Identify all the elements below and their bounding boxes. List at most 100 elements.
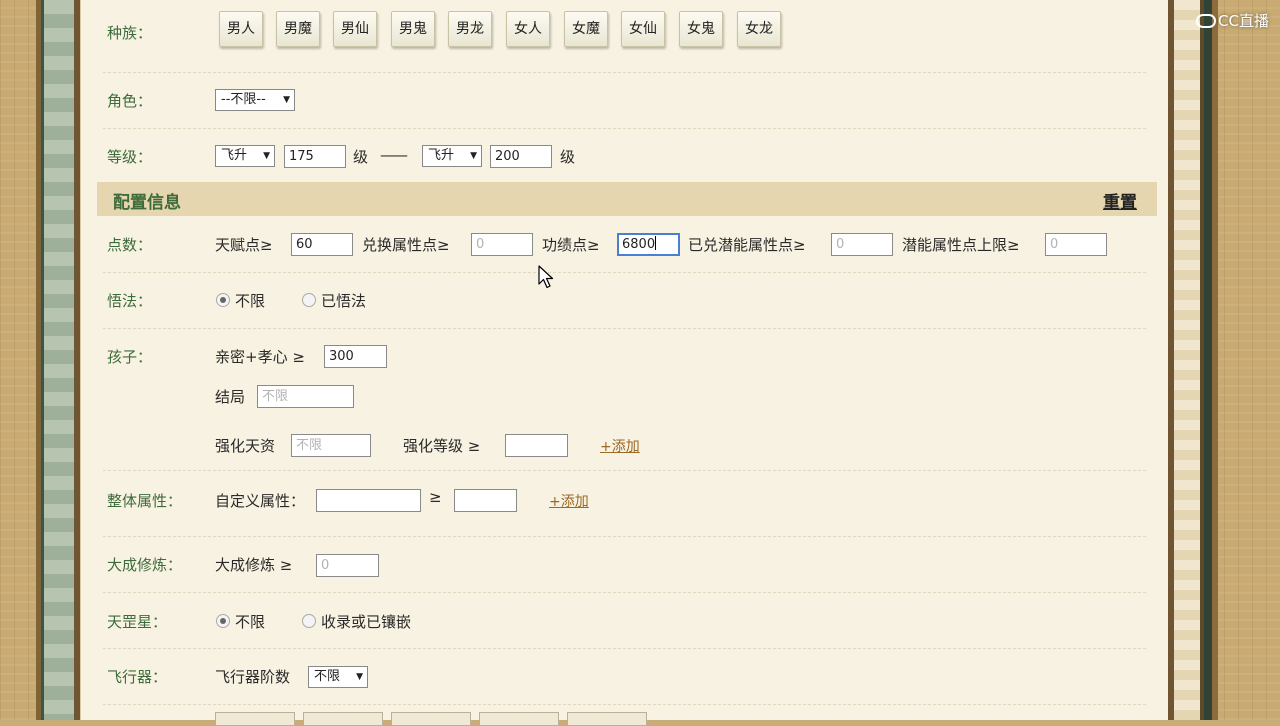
level-min-type-value: 飞升 [221,148,248,163]
child-label: 孩子： [107,348,153,366]
points-row: 点数： 天赋点≥ 60 兑换属性点≥ 0 功绩点≥ 6800 已兑潜能属性点≥ … [81,216,1169,272]
potential-cap-input[interactable]: 0 [1045,233,1107,256]
strengthen-talent-input[interactable]: 不限 [291,434,371,457]
mouse-pointer-icon [538,265,554,289]
role-row: 角色： --不限-- ▼ [81,72,1169,128]
cc-logo-icon [1196,14,1216,28]
divider [103,704,1146,705]
merit-points-input[interactable]: 6800 [617,233,680,256]
left-border-decoration [0,0,80,720]
level-max-type-select[interactable]: 飞升 ▼ [422,145,482,167]
custom-attr-label: 自定义属性： [215,492,306,510]
intimacy-input[interactable]: 300 [324,345,387,368]
level-label: 等级： [107,148,153,166]
level-min-type-select[interactable]: 飞升 ▼ [215,145,275,167]
enlighten-option-any: 不限 [235,292,266,310]
mastery-label: 大成修炼： [107,556,183,574]
chevron-down-icon: ▼ [470,151,477,161]
tiangang-option-any: 不限 [235,613,266,631]
role-select[interactable]: --不限-- ▼ [215,89,295,111]
race-button-female-immortal[interactable]: 女仙 [621,11,665,47]
tiangang-label: 天罡星： [107,613,168,631]
tiangang-radio-any[interactable] [216,614,230,628]
enlighten-label: 悟法： [107,292,153,310]
aircraft-label: 飞行器： [107,668,168,686]
strengthen-level-input[interactable] [505,434,568,457]
level-row: 等级： 飞升 ▼ 175 级 —— 飞升 ▼ 200 级 [81,128,1169,182]
reset-link[interactable]: 重置 [1103,188,1137,213]
tiangang-row: 天罡星： 不限 收录或已镶嵌 [81,592,1169,648]
level-max-type-value: 飞升 [428,148,455,163]
custom-attr-input[interactable] [316,489,421,512]
config-section-header: 配置信息 重置 [97,182,1157,216]
talent-points-label: 天赋点≥ [215,236,273,254]
overall-attr-label: 整体属性： [107,492,183,510]
mastery-item-label: 大成修炼 ≥ [215,556,293,574]
enlighten-row: 悟法： 不限 已悟法 [81,272,1169,328]
tiangang-radio-inlaid[interactable] [302,614,316,628]
chevron-down-icon: ▼ [283,95,290,105]
race-button-female-demon[interactable]: 女魔 [564,11,608,47]
potential-points-label: 已兑潜能属性点≥ [688,236,806,254]
ending-input[interactable]: 不限 [257,385,354,408]
mastery-input[interactable]: 0 [316,554,379,577]
bottom-button[interactable] [391,712,471,726]
bottom-button[interactable] [479,712,559,726]
strengthen-level-label: 强化等级 ≥ [403,437,481,455]
exchange-points-input[interactable]: 0 [471,233,533,256]
stream-watermark: CC直播 [1196,10,1269,31]
race-button-male-dragon[interactable]: 男龙 [448,11,492,47]
merit-points-label: 功绩点≥ [542,236,600,254]
right-border-decoration [1168,0,1280,720]
overall-attr-row: 整体属性： 自定义属性： ≥ +添加 [81,470,1169,536]
chevron-down-icon: ▼ [263,151,270,161]
bottom-button[interactable] [303,712,383,726]
level-min-input[interactable]: 175 [284,145,346,168]
merit-points-value: 6800 [622,237,656,252]
race-button-male-ghost[interactable]: 男鬼 [391,11,435,47]
aircraft-tier-value: 不限 [314,669,341,684]
role-label: 角色： [107,92,153,110]
level-max-input[interactable]: 200 [490,145,552,168]
potential-cap-label: 潜能属性点上限≥ [902,236,1020,254]
search-panel: 种族： 男人 男魔 男仙 男鬼 男龙 女人 女魔 女仙 女鬼 女龙 角色： --… [80,0,1169,726]
race-button-female-human[interactable]: 女人 [506,11,550,47]
enlighten-option-learned: 已悟法 [321,292,367,310]
bottom-button[interactable] [215,712,295,726]
aircraft-row: 飞行器： 飞行器阶数 不限 ▼ [81,648,1169,704]
intimacy-label: 亲密+孝心 ≥ [215,348,305,366]
potential-points-input[interactable]: 0 [831,233,893,256]
level-unit: 级 [560,148,576,166]
bottom-button[interactable] [567,712,647,726]
race-button-male-demon[interactable]: 男魔 [276,11,320,47]
ending-label: 结局 [215,388,246,406]
race-label: 种族： [107,24,153,42]
race-button-male-immortal[interactable]: 男仙 [333,11,377,47]
level-unit: 级 [353,148,369,166]
aircraft-tier-label: 飞行器阶数 [215,668,291,686]
race-button-male-human[interactable]: 男人 [219,11,263,47]
tiangang-option-inlaid: 收录或已镶嵌 [321,613,412,631]
text-caret [655,236,657,250]
child-add-link[interactable]: +添加 [600,436,640,456]
talent-points-input[interactable]: 60 [291,233,353,256]
mastery-row: 大成修炼： 大成修炼 ≥ 0 [81,536,1169,592]
strengthen-talent-label: 强化天资 [215,437,276,455]
enlighten-radio-learned[interactable] [302,293,316,307]
aircraft-tier-select[interactable]: 不限 ▼ [308,666,368,688]
child-row: 孩子： 亲密+孝心 ≥ 300 结局 不限 强化天资 不限 强化等级 ≥ +添加 [81,328,1169,470]
level-range-separator: —— [380,146,408,164]
enlighten-radio-any[interactable] [216,293,230,307]
race-button-female-dragon[interactable]: 女龙 [737,11,781,47]
overall-add-link[interactable]: +添加 [549,491,589,511]
role-select-value: --不限-- [221,92,266,107]
greater-equal-sign: ≥ [429,488,442,506]
custom-attr-value-input[interactable] [454,489,517,512]
watermark-text: CC直播 [1218,12,1269,30]
race-button-female-ghost[interactable]: 女鬼 [679,11,723,47]
chevron-down-icon: ▼ [356,672,363,682]
section-title: 配置信息 [113,193,181,213]
race-row: 种族： 男人 男魔 男仙 男鬼 男龙 女人 女魔 女仙 女鬼 女龙 [81,0,1169,72]
exchange-points-label: 兑换属性点≥ [362,236,450,254]
points-label: 点数： [107,236,153,254]
